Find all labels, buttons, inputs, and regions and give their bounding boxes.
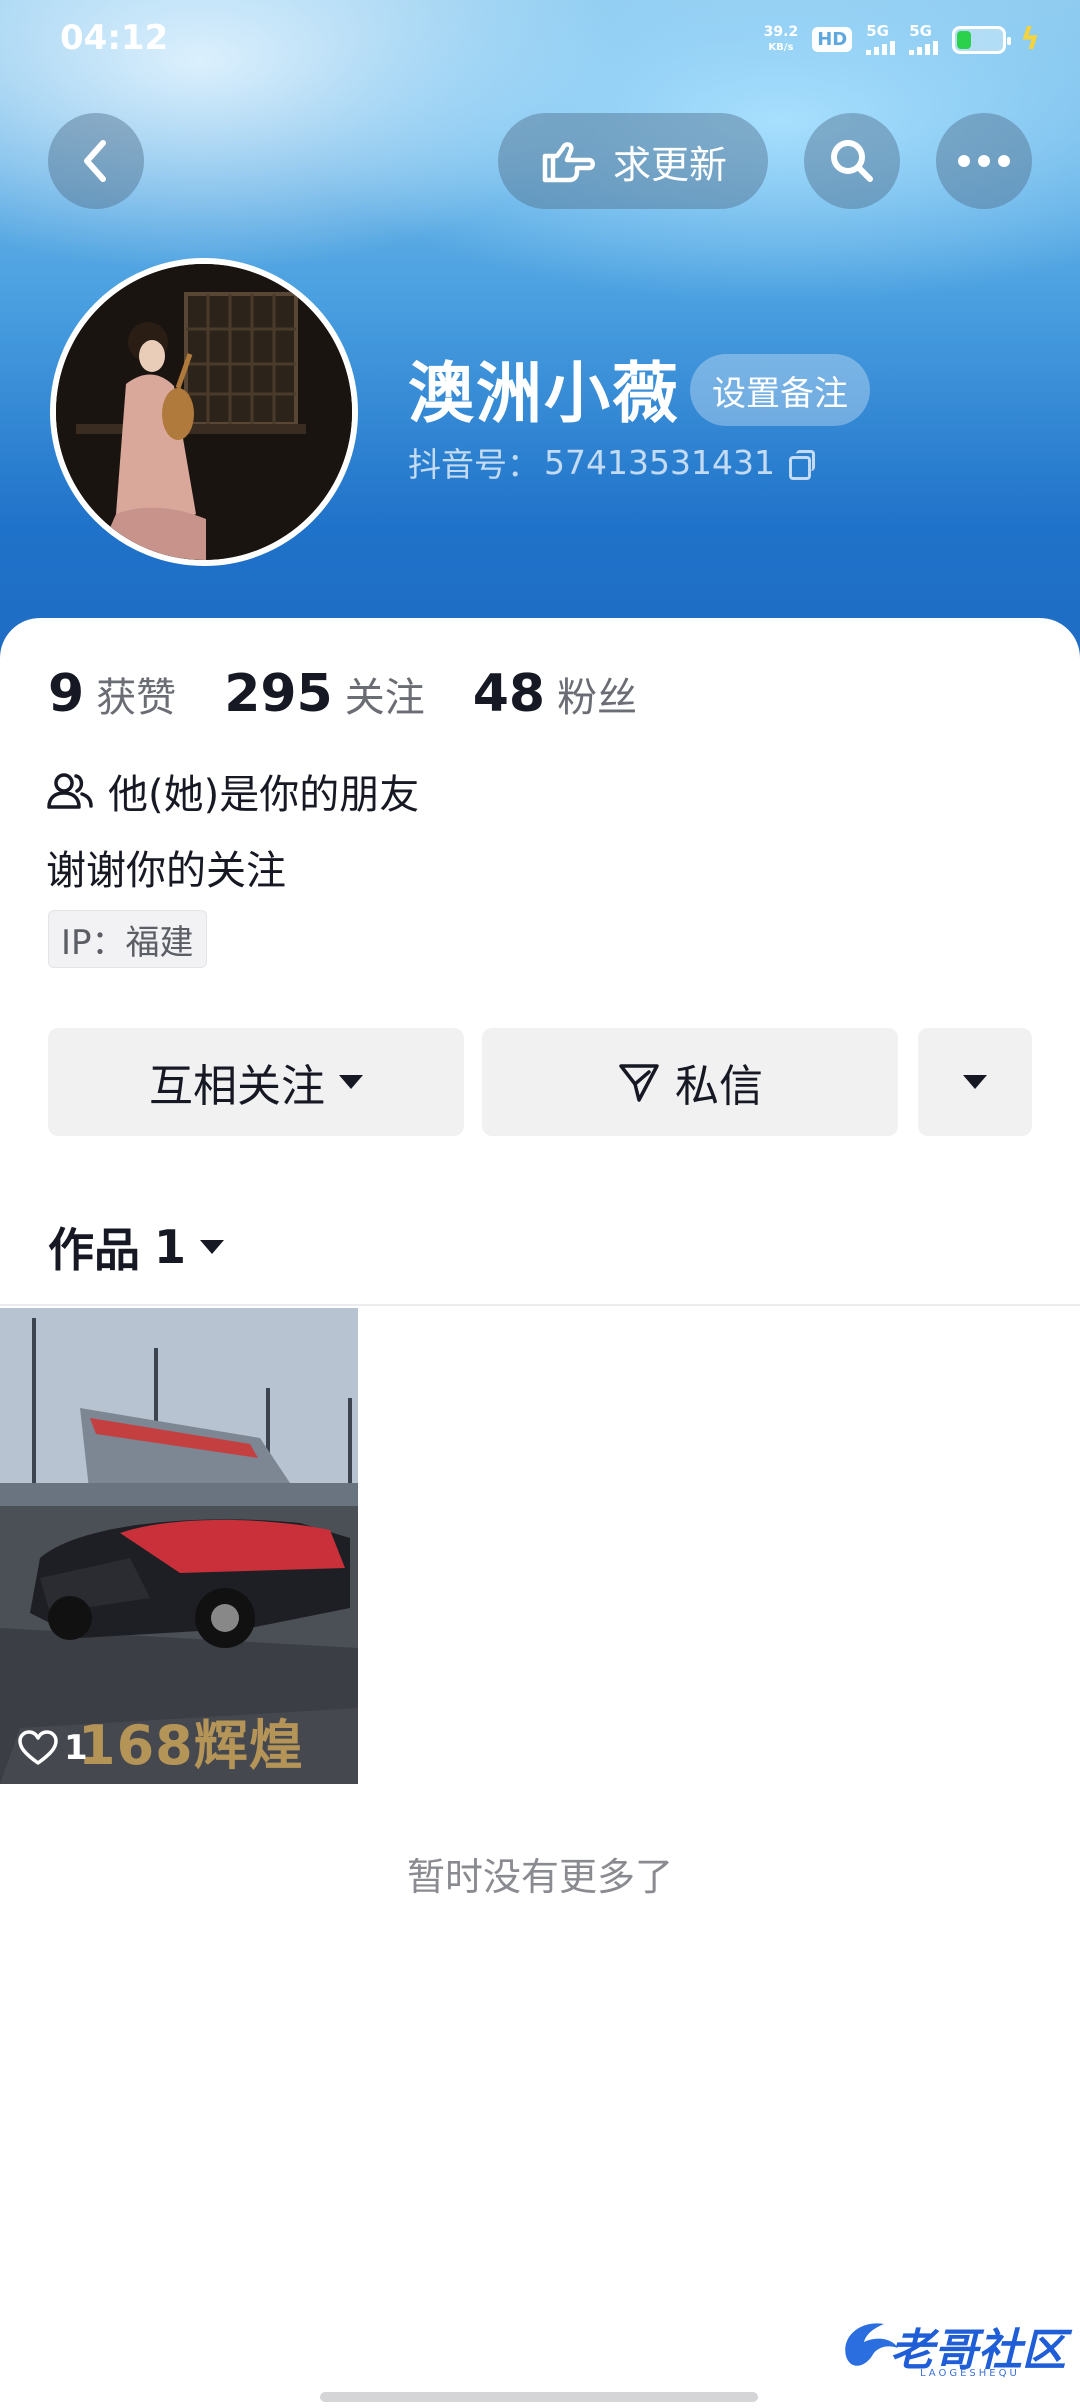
status-icons: 39.2 KB/s HD 5G 5G ϟ <box>764 22 1040 57</box>
request-update-button[interactable]: 求更新 <box>498 113 768 209</box>
works-tab-label: 作品 <box>48 1223 140 1277</box>
site-watermark-logo: 老哥社区 LAOGESHEQU <box>836 2310 1066 2380</box>
chevron-left-icon <box>84 140 106 182</box>
friend-status: 他(她)是你的朋友 <box>46 762 419 820</box>
caret-down-icon <box>339 1075 363 1089</box>
bio: 谢谢你的关注 <box>46 848 286 894</box>
stat-following[interactable]: 295 关注 <box>224 664 425 724</box>
profile-name: 澳洲小薇 <box>408 355 680 432</box>
tab-works[interactable]: 作品 1 <box>48 1214 225 1280</box>
heart-icon <box>18 1730 58 1765</box>
stat-followers[interactable]: 48 粉丝 <box>473 664 637 724</box>
video-likes-count: 1 <box>64 1728 88 1768</box>
request-update-label: 求更新 <box>612 142 727 187</box>
avatar-image <box>56 264 352 560</box>
more-button[interactable] <box>936 113 1032 209</box>
message-label: 私信 <box>675 1061 763 1112</box>
end-of-list-text: 暂时没有更多了 <box>406 1855 673 1899</box>
stat-likes[interactable]: 9 获赞 <box>48 664 176 724</box>
signal-sim1-icon: 5G <box>866 24 896 55</box>
charging-icon: ϟ <box>1020 22 1040 57</box>
more-dots-icon <box>958 155 1010 167</box>
back-button[interactable] <box>48 113 144 209</box>
tab-divider <box>0 1304 1080 1306</box>
status-bar: 04:12 39.2 KB/s HD 5G 5G ϟ <box>0 0 1080 80</box>
stats-row: 9 获赞 295 关注 48 粉丝 <box>48 664 685 724</box>
douyin-id-value: 57413531431 <box>544 442 775 482</box>
copy-icon[interactable] <box>788 450 815 480</box>
search-icon <box>831 140 873 182</box>
battery-icon <box>952 25 1012 54</box>
signal-sim2-icon: 5G <box>909 24 939 55</box>
mutual-follow-button[interactable]: 互相关注 <box>48 1028 464 1136</box>
friend-status-text: 他(她)是你的朋友 <box>108 772 420 818</box>
home-indicator[interactable] <box>320 2392 758 2402</box>
caret-down-icon <box>200 1240 225 1254</box>
ip-location-tag: IP：福建 <box>48 910 207 968</box>
pointing-hand-icon <box>542 142 595 183</box>
expand-recommendations-button[interactable] <box>918 1028 1032 1136</box>
caret-down-icon <box>963 1075 987 1089</box>
network-speed: 39.2 KB/s <box>763 23 799 53</box>
video-overlay-text: 168辉煌 <box>78 1714 304 1777</box>
douyin-id[interactable]: 抖音号： 57413531431 <box>408 438 815 486</box>
set-remark-button[interactable]: 设置备注 <box>690 354 870 426</box>
message-button[interactable]: 私信 <box>482 1028 898 1136</box>
profile-content: 9 获赞 295 关注 48 粉丝 他(她)是你的朋友 谢谢你的关注 IP：福建… <box>0 618 1080 2408</box>
friends-icon <box>47 773 93 809</box>
video-likes: 1 <box>18 1728 88 1768</box>
watermark-logo-subtext: LAOGESHEQU <box>920 2368 1020 2379</box>
status-time: 04:12 <box>60 18 169 58</box>
hd-icon: HD <box>812 27 853 52</box>
send-icon <box>619 1064 659 1102</box>
avatar[interactable] <box>50 258 358 566</box>
douyin-id-label: 抖音号： <box>408 445 540 484</box>
video-thumbnail[interactable]: 168辉煌 1 <box>0 1308 358 1784</box>
mutual-follow-label: 互相关注 <box>149 1061 325 1112</box>
search-button[interactable] <box>804 113 900 209</box>
works-tab-count: 1 <box>154 1220 187 1274</box>
